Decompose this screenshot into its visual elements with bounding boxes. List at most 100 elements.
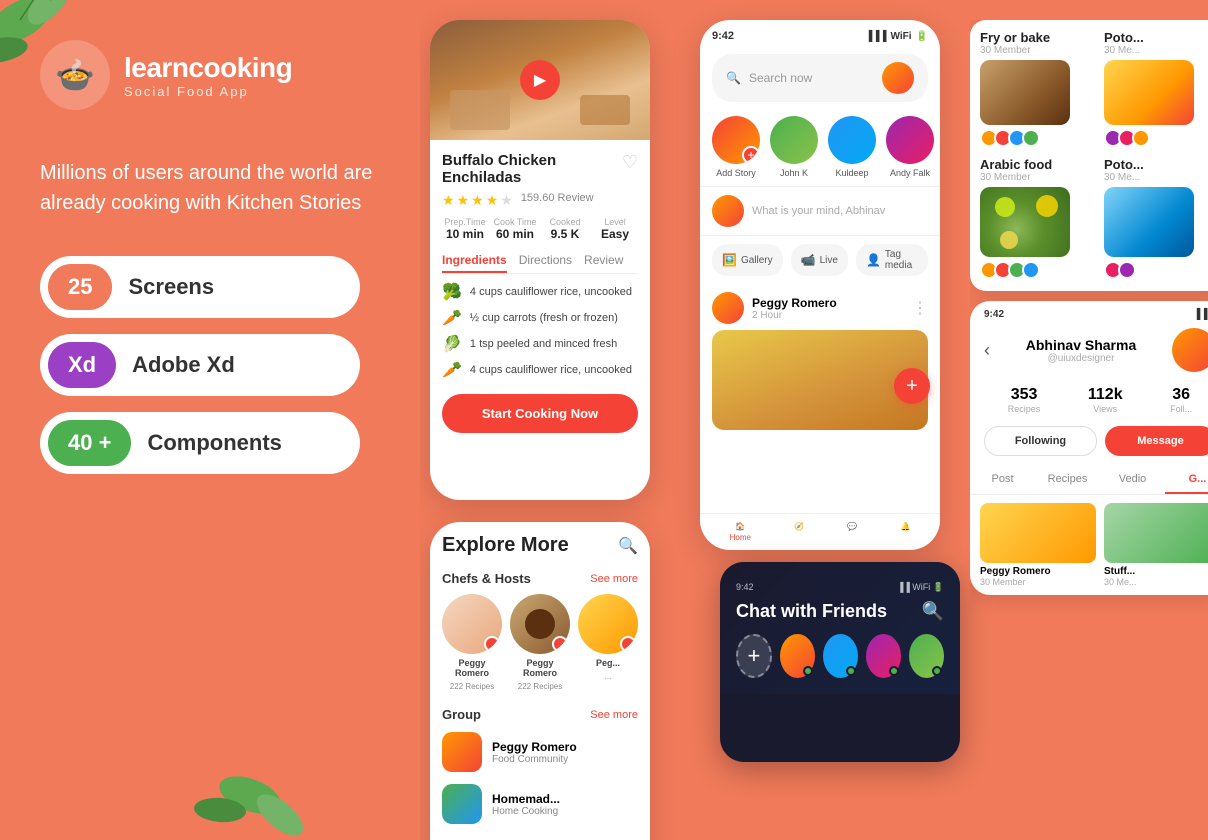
chef-item: Peggy Romero 222 Recipes <box>442 594 502 691</box>
chef-item-partial: Peg... ... <box>578 594 638 691</box>
ingredient-list: 🥦4 cups cauliflower rice, uncooked 🥕½ cu… <box>442 282 638 380</box>
tag-button[interactable]: 👤 Tag media <box>856 244 928 276</box>
play-button[interactable]: ▶ <box>520 60 560 100</box>
gallery-button[interactable]: 🖼️ Gallery <box>712 244 783 276</box>
search-icon[interactable]: 🔍 <box>618 536 638 556</box>
chef-notification-dot <box>552 636 568 652</box>
cat-avatars <box>980 129 1096 147</box>
recipe-tabs: Ingredients Directions Review <box>442 249 638 274</box>
arabic-food-title: Arabic food <box>980 157 1096 172</box>
chat-phone: 9:42 ▐▐ WiFi 🔋 Chat with Friends 🔍 + <box>720 562 960 762</box>
profile-avatar <box>1172 328 1208 372</box>
story-avatar[interactable] <box>770 116 818 164</box>
chat-user-avatar[interactable] <box>909 634 944 678</box>
screens-label: Screens <box>128 274 214 300</box>
stories-row: + Add Story John K Kuldeep Andy Falk <box>700 108 940 186</box>
chat-user-avatar[interactable] <box>866 634 901 678</box>
live-button[interactable]: 📹 Live <box>791 244 848 276</box>
adobexd-label: Adobe Xd <box>132 352 235 378</box>
chefs-label: Chefs & Hosts <box>442 571 531 586</box>
chat-title: Chat with Friends <box>736 601 887 622</box>
story-avatar[interactable] <box>828 116 876 164</box>
tagline: Millions of users around the world are a… <box>40 158 380 218</box>
story-avatar[interactable] <box>886 116 934 164</box>
category-fry-or-bake: Fry or bake 30 Member Poto... 30 Me... <box>980 30 1208 147</box>
nav-home[interactable]: 🏠 Home <box>730 522 751 542</box>
add-chat-button[interactable]: + <box>736 634 772 678</box>
followers-label: Foll... <box>1170 404 1192 414</box>
star-rating: ★★★★ ★ 159.60 Review <box>442 192 638 209</box>
tab-post[interactable]: Post <box>970 466 1035 494</box>
user-avatar <box>712 195 744 227</box>
content-card-2: Stuff... 30 Me... <box>1104 503 1208 587</box>
post-menu-icon[interactable]: ⋮ <box>912 298 928 318</box>
post-time: 2 Hour <box>752 310 837 321</box>
recipe-meta: Prep.Time10 min Cook Time60 min Cooked9.… <box>442 217 638 241</box>
chef-notification-dot <box>484 636 500 652</box>
cat-title: Fry or bake <box>980 30 1096 45</box>
see-more-chefs[interactable]: See more <box>590 573 638 585</box>
recipe-title: Buffalo Chicken Enchiladas <box>442 152 622 186</box>
post-input-area: What is your mind, Abhinav <box>700 186 940 236</box>
nav-compass[interactable]: 🧭 <box>794 522 804 542</box>
feed-phone: 9:42 ▐▐▐WiFi🔋 🔍 Search now + Add Story <box>700 20 940 550</box>
screens-area: ▶ Buffalo Chicken Enchiladas ♡ ★★★★ ★ 15… <box>420 0 1208 840</box>
status-bar: ▐▐1 <box>1193 309 1208 320</box>
nav-chat[interactable]: 💬 <box>847 522 857 542</box>
followers-count: 36 <box>1170 386 1192 404</box>
group-item: Homemad... Home Cooking <box>442 778 638 830</box>
chef-item: Peggy Romero 222 Recipes <box>510 594 570 691</box>
profile-username: @uiuxdesigner <box>990 353 1172 364</box>
chat-search-icon[interactable]: 🔍 <box>922 601 944 622</box>
adobexd-badge: Xd Adobe Xd <box>40 334 360 396</box>
recipe-phone: ▶ Buffalo Chicken Enchiladas ♡ ★★★★ ★ 15… <box>430 20 650 500</box>
feed-post: Peggy Romero 2 Hour ⋮ <box>700 284 940 438</box>
message-button[interactable]: Message <box>1105 426 1208 456</box>
start-cooking-button[interactable]: Start Cooking Now <box>442 394 638 433</box>
see-more-groups[interactable]: See more <box>590 709 638 721</box>
content-card-1: Peggy Romero 30 Member <box>980 503 1096 587</box>
tab-vedio[interactable]: Vedio <box>1100 466 1165 494</box>
recipe-image: ▶ <box>430 20 650 140</box>
chat-user-avatar[interactable] <box>823 634 858 678</box>
search-bar[interactable]: 🔍 Search now <box>712 54 928 102</box>
tab-directions[interactable]: Directions <box>519 249 572 273</box>
group-item: Peggy Romero Food Community <box>442 726 638 778</box>
app-subtitle: Social Food App <box>124 84 292 99</box>
categories-panel: Fry or bake 30 Member Poto... 30 Me... <box>970 20 1208 291</box>
cat-members: 30 Member <box>980 45 1096 56</box>
screens-badge: 25 Screens <box>40 256 360 318</box>
profile-name: Abhinav Sharma <box>990 337 1172 353</box>
fab-button[interactable]: + <box>894 368 930 404</box>
cat-image <box>980 60 1070 125</box>
profile-tabs: Post Recipes Vedio G... <box>970 466 1208 495</box>
search-icon: 🔍 <box>726 71 741 85</box>
bottom-navigation: 🏠 Home 🧭 💬 🔔 <box>700 513 940 550</box>
app-name: learncooking <box>124 52 292 84</box>
heart-icon[interactable]: ♡ <box>622 152 638 173</box>
components-badge: 40 + Components <box>40 412 360 474</box>
add-story-avatar[interactable]: + <box>712 116 760 164</box>
recipes-count: 353 <box>1008 386 1041 404</box>
app-logo-icon: 🍲 <box>40 40 110 110</box>
tab-review[interactable]: Review <box>584 249 623 273</box>
post-actions: 🖼️ Gallery 📹 Live 👤 Tag media <box>700 236 940 284</box>
chat-user-avatar[interactable] <box>780 634 815 678</box>
following-button[interactable]: Following <box>984 426 1097 456</box>
adobexd-icon: Xd <box>48 342 116 388</box>
nav-bell[interactable]: 🔔 <box>900 522 910 542</box>
tab-g[interactable]: G... <box>1165 466 1208 494</box>
review-count: 159.60 Review <box>521 192 594 209</box>
views-label: Views <box>1088 404 1123 414</box>
chefs-scroll: Peggy Romero 222 Recipes Peggy Romero 22… <box>430 590 650 699</box>
poster-avatar <box>712 292 744 324</box>
recipes-label: Recipes <box>1008 404 1041 414</box>
tab-recipes[interactable]: Recipes <box>1035 466 1100 494</box>
chef-avatar <box>442 594 502 654</box>
tab-ingredients[interactable]: Ingredients <box>442 249 507 273</box>
search-placeholder: Search now <box>749 71 812 85</box>
chefs-section-header: Chefs & Hosts See more <box>430 563 650 590</box>
arabic-food-image <box>980 187 1070 257</box>
arabic-food-members: 30 Member <box>980 172 1096 183</box>
post-placeholder[interactable]: What is your mind, Abhinav <box>752 205 928 217</box>
